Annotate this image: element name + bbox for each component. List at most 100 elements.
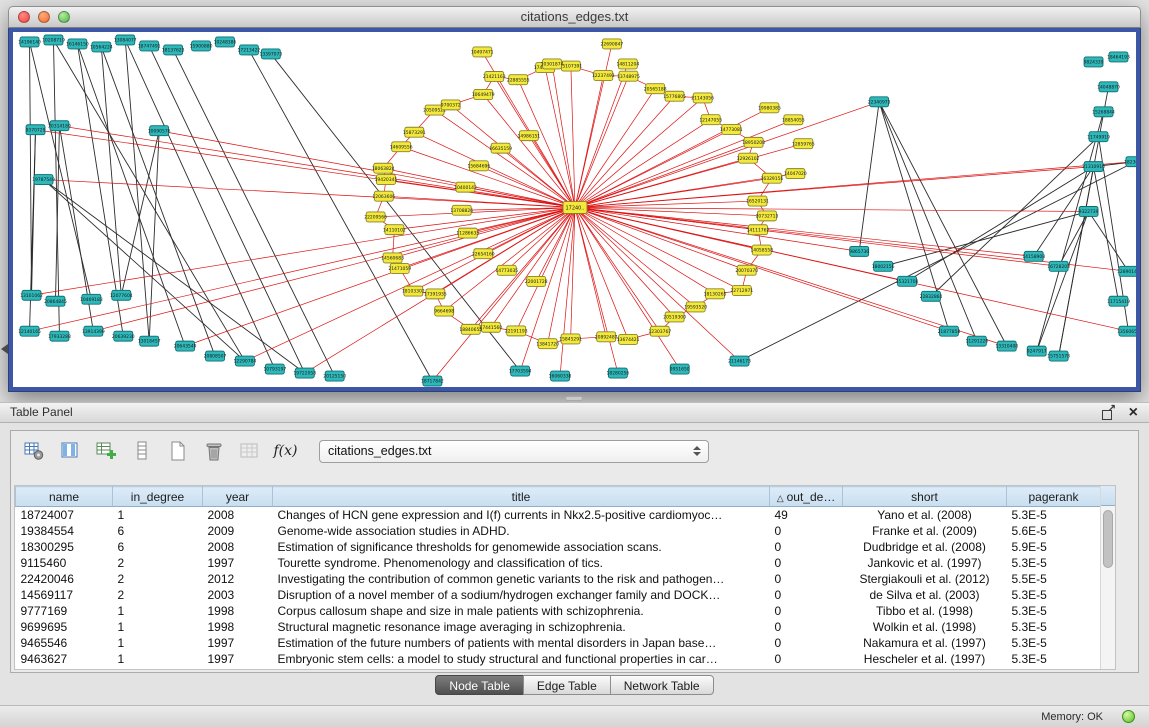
- network-node[interactable]: 12147055: [699, 115, 722, 125]
- table-row[interactable]: 911546021997Tourette syndrome. Phenomeno…: [16, 555, 1101, 571]
- network-node[interactable]: 11749919: [1087, 132, 1110, 142]
- network-node[interactable]: 14058558: [750, 245, 773, 255]
- network-node[interactable]: 18103302: [402, 286, 425, 296]
- table-cell[interactable]: 1997: [203, 635, 273, 651]
- column-header-out_de[interactable]: △out_de…: [770, 487, 843, 507]
- network-node[interactable]: 21877858: [938, 326, 961, 336]
- table-cell[interactable]: 5.3E-5: [1007, 651, 1101, 667]
- table-cell[interactable]: 5.6E-5: [1007, 523, 1101, 539]
- column-header-short[interactable]: short: [843, 487, 1007, 507]
- network-node[interactable]: 12077604: [110, 290, 133, 300]
- network-node[interactable]: 15268844: [1092, 107, 1115, 117]
- network-node[interactable]: 13560651: [1117, 326, 1136, 336]
- network-node[interactable]: 18002156: [872, 261, 895, 271]
- network-node[interactable]: 13101062: [20, 290, 43, 300]
- network-node[interactable]: 10497471: [471, 47, 494, 57]
- column-header-year[interactable]: year: [203, 487, 273, 507]
- table-cell[interactable]: Investigating the contribution of common…: [273, 571, 770, 587]
- table-row[interactable]: 2242004622012Investigating the contribut…: [16, 571, 1101, 587]
- table-cell[interactable]: 9115460: [16, 555, 113, 571]
- network-node[interactable]: 21146173: [728, 356, 751, 366]
- network-node[interactable]: 10301874: [541, 59, 564, 69]
- network-node[interactable]: 14773035: [495, 265, 518, 275]
- network-node[interactable]: 11291226: [965, 336, 988, 346]
- network-node[interactable]: 22340973: [868, 97, 891, 107]
- network-node[interactable]: 16520131: [746, 196, 769, 206]
- network-node[interactable]: 14609556: [390, 142, 413, 152]
- network-node[interactable]: 22832864: [920, 291, 943, 301]
- table-cell[interactable]: 0: [770, 603, 843, 619]
- network-node[interactable]: 12926102: [737, 153, 760, 163]
- network-node[interactable]: 9247917: [1027, 346, 1047, 356]
- network-node[interactable]: 14048870: [1097, 82, 1120, 92]
- table-cell[interactable]: Hescheler et al. (1997): [843, 651, 1007, 667]
- table-cell[interactable]: 2: [113, 587, 203, 603]
- panel-splitter-handle[interactable]: [565, 396, 583, 401]
- table-cell[interactable]: 0: [770, 523, 843, 539]
- minimize-window-button[interactable]: [38, 11, 50, 23]
- network-node[interactable]: 21471059: [388, 263, 411, 273]
- network-node[interactable]: 20864845: [44, 296, 67, 306]
- table-cell[interactable]: Wolkin et al. (1998): [843, 619, 1007, 635]
- memory-status-orb[interactable]: [1122, 710, 1135, 723]
- table-cell[interactable]: Nakamura et al. (1997): [843, 635, 1007, 651]
- network-node[interactable]: 16060338: [549, 371, 572, 381]
- table-cell[interactable]: 1998: [203, 619, 273, 635]
- network-node[interactable]: 14110102: [383, 225, 406, 235]
- network-node[interactable]: 20892487: [595, 332, 618, 342]
- table-cell[interactable]: 2: [113, 555, 203, 571]
- network-node[interactable]: 22885555: [507, 75, 530, 85]
- network-node[interactable]: 18130265: [704, 289, 727, 299]
- network-node[interactable]: 19722058: [293, 368, 316, 378]
- table-cell[interactable]: 14569117: [16, 587, 113, 603]
- network-node[interactable]: 12063606: [372, 191, 395, 201]
- network-node[interactable]: 20519300: [663, 312, 686, 322]
- table-cell[interactable]: 6: [113, 539, 203, 555]
- table-cell[interactable]: Estimation of the future numbers of pati…: [273, 635, 770, 651]
- network-node[interactable]: 14111762: [747, 225, 770, 235]
- network-node[interactable]: 14773081: [720, 124, 743, 134]
- network-node[interactable]: 12890147: [1117, 266, 1136, 276]
- table-cell[interactable]: 1997: [203, 651, 273, 667]
- network-node[interactable]: 15684696: [467, 161, 490, 171]
- table-cell[interactable]: 0: [770, 651, 843, 667]
- network-node[interactable]: 18464193: [1107, 52, 1130, 62]
- table-source-combobox[interactable]: citations_edges.txt: [319, 440, 709, 463]
- table-cell[interactable]: 22420046: [16, 571, 113, 587]
- table-cell[interactable]: 2003: [203, 587, 273, 603]
- table-row[interactable]: 946554611997Estimation of the future num…: [16, 635, 1101, 651]
- network-node[interactable]: 12237493: [592, 71, 615, 81]
- table-cell[interactable]: 5.3E-5: [1007, 555, 1101, 571]
- network-node[interactable]: 9370729: [26, 125, 46, 135]
- table-cell[interactable]: Genome-wide association studies in ADHD.: [273, 523, 770, 539]
- table-cell[interactable]: 0: [770, 555, 843, 571]
- table-row[interactable]: 1872400712008Changes of HCN gene express…: [16, 507, 1101, 523]
- network-node[interactable]: 16728203: [1047, 261, 1070, 271]
- table-cell[interactable]: de Silva et al. (2003): [843, 587, 1007, 603]
- network-node[interactable]: 11715419: [1107, 296, 1130, 306]
- network-node[interactable]: 13310408: [995, 341, 1018, 351]
- network-node[interactable]: 22001728: [525, 276, 548, 286]
- network-node[interactable]: 21421163: [483, 72, 506, 82]
- network-node[interactable]: 13841720: [536, 339, 559, 349]
- table-cell[interactable]: 0: [770, 587, 843, 603]
- network-node[interactable]: 12859765: [792, 139, 815, 149]
- import-table-button-disabled[interactable]: [235, 437, 264, 466]
- new-row-button[interactable]: [127, 437, 156, 466]
- network-node[interactable]: 9865736: [849, 246, 869, 256]
- window-titlebar[interactable]: citations_edges.txt: [8, 6, 1141, 28]
- network-node[interactable]: 16146150: [66, 39, 89, 49]
- network-node[interactable]: 15873291: [403, 127, 426, 137]
- network-node[interactable]: 15751578: [1047, 351, 1070, 361]
- network-node[interactable]: 13397073: [259, 49, 282, 59]
- table-cell[interactable]: 1: [113, 507, 203, 523]
- table-cell[interactable]: 5.3E-5: [1007, 507, 1101, 523]
- network-node[interactable]: 22191193: [505, 326, 528, 336]
- table-cell[interactable]: Corpus callosum shape and size in male p…: [273, 603, 770, 619]
- open-file-button[interactable]: [163, 437, 192, 466]
- tab-network-table[interactable]: Network Table: [610, 675, 714, 695]
- table-scrollbar[interactable]: [1100, 486, 1115, 669]
- network-node[interactable]: 17703594: [509, 366, 532, 376]
- network-node[interactable]: 18747491: [138, 41, 161, 51]
- network-node[interactable]: 10649479: [472, 89, 495, 99]
